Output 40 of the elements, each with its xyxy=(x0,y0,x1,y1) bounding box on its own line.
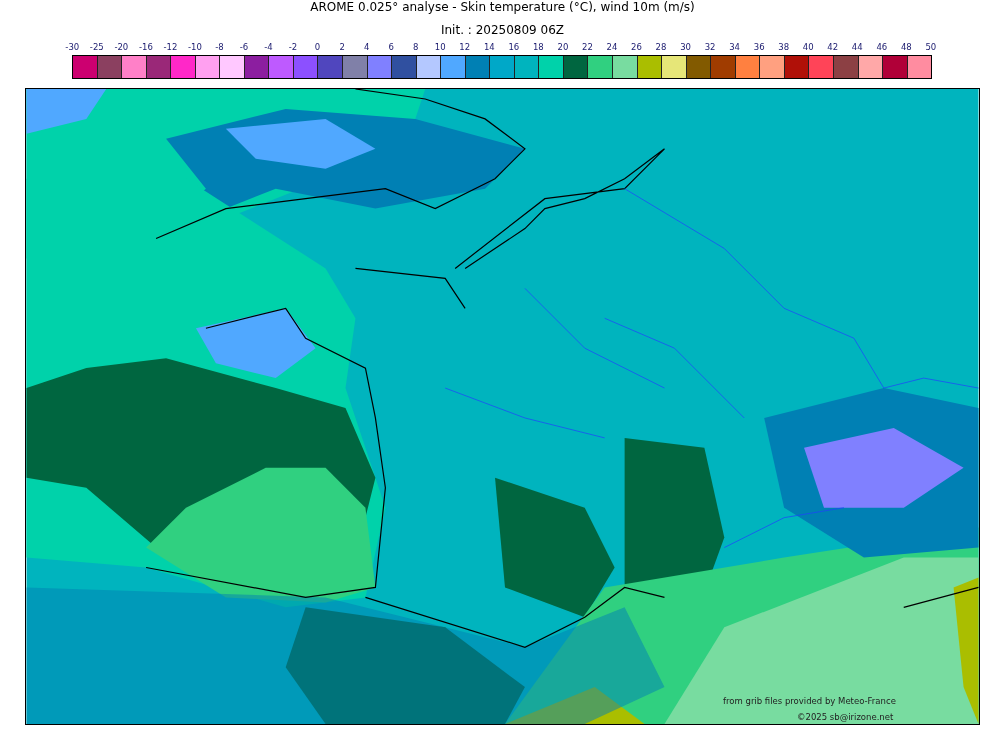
colorbar-tick-label: -2 xyxy=(287,41,299,53)
colorbar-tick-label: 26 xyxy=(630,41,643,53)
colorbar-tick-label: 28 xyxy=(654,41,668,53)
colorbar-tick-label: -25 xyxy=(88,41,105,53)
colorbar-tick-label: 14 xyxy=(482,41,496,53)
colorbar-tick-label: -4 xyxy=(263,41,274,53)
colorbar-tick-label: 24 xyxy=(605,41,619,53)
colorbar-tick-label: 12 xyxy=(458,41,472,53)
chart-title: AROME 0.025° analyse - Skin temperature (°C), wind 10m (m/s) xyxy=(309,0,696,15)
colorbar-tick-label: 44 xyxy=(850,41,864,53)
colorbar-tick-label: 42 xyxy=(826,41,840,53)
colorbar-tick-label: -8 xyxy=(214,41,225,53)
colorbar-tick-label: 22 xyxy=(581,41,594,53)
colorbar-tick-label: 30 xyxy=(679,41,692,53)
chart-subtitle: Init. : 20250809 06Z xyxy=(439,23,566,38)
colorbar-tick-label: -12 xyxy=(162,41,179,53)
data-credit-text: from grib files provided by Meteo-France xyxy=(723,695,896,708)
colorbar-tick-label: 16 xyxy=(507,41,521,53)
copyright-text: ©2025 sb@irizone.net xyxy=(797,711,894,724)
colorbar-tick-label: -10 xyxy=(186,41,203,53)
colorbar-tick-label: 4 xyxy=(362,41,371,53)
colorbar-tick-label: 40 xyxy=(801,41,815,53)
colorbar-tick-label: 34 xyxy=(728,41,741,53)
colorbar-tick-label: 6 xyxy=(387,41,395,53)
colorbar-tick-label: 38 xyxy=(777,41,791,53)
colorbar-tick-label: -6 xyxy=(238,41,250,53)
colorbar-tick-label: 50 xyxy=(924,41,938,53)
colorbar-tick-label: 20 xyxy=(556,41,570,53)
colorbar-tick-label: 10 xyxy=(433,41,447,53)
colorbar-tick-label: -20 xyxy=(113,41,130,53)
colorbar-tick-label: 18 xyxy=(531,41,545,53)
colorbar-tick-label: -16 xyxy=(137,41,154,53)
colorbar-tick-label: 48 xyxy=(899,41,913,53)
colorbar-tick-label: 0 xyxy=(313,41,322,53)
colorbar-tick-label: 46 xyxy=(875,41,889,53)
colorbar-tick-label: 2 xyxy=(338,41,346,53)
colorbar-tick-label: 8 xyxy=(412,41,420,53)
colorbar-tick-label: -30 xyxy=(64,41,81,53)
colorbar-tick-label: 36 xyxy=(752,41,766,53)
colorbar-tick-label: 32 xyxy=(703,41,717,53)
